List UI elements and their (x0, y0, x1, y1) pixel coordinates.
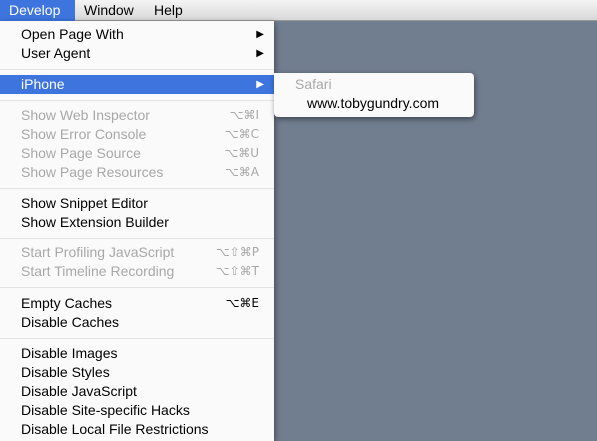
develop-menu: Open Page With ▶ User Agent ▶ iPhone ▶ S… (0, 21, 274, 441)
menu-item-shortcut: ⌥⌘C (224, 127, 259, 141)
menu-item-show-error-console[interactable]: Show Error Console ⌥⌘C (0, 125, 274, 144)
menu-separator (0, 338, 274, 339)
menu-item-show-extension-builder[interactable]: Show Extension Builder (0, 213, 274, 232)
menu-item-label: Show Page Source (21, 145, 141, 161)
menu-item-shortcut: ⌥⇧⌘P (215, 245, 259, 259)
menubar-item-help[interactable]: Help (145, 0, 195, 21)
menu-item-shortcut: ⌥⌘U (224, 146, 259, 160)
menu-item-label: Start Profiling JavaScript (21, 244, 175, 260)
menubar-item-window[interactable]: Window (75, 0, 145, 21)
menu-item-shortcut: ⌥⌘I (229, 108, 259, 122)
menu-item-label: Empty Caches (21, 295, 113, 311)
menu-item-label: Show Web Inspector (21, 107, 150, 123)
menu-item-disable-local-file-restrictions[interactable]: Disable Local File Restrictions (0, 420, 274, 439)
menu-bar: Develop Window Help (0, 0, 597, 21)
submenu-arrow-icon: ▶ (256, 29, 264, 40)
menu-item-label: Show Error Console (21, 126, 147, 142)
menu-item-label: Show Extension Builder (21, 214, 169, 230)
menu-item-label: Show Page Resources (21, 164, 164, 180)
menu-item-label: Disable Caches (21, 314, 120, 330)
menu-item-shortcut: ⌥⌘E (225, 296, 259, 310)
menu-item-disable-site-specific-hacks[interactable]: Disable Site-specific Hacks (0, 401, 274, 420)
menu-separator (0, 69, 274, 70)
menu-separator (0, 100, 274, 101)
menu-item-show-page-source[interactable]: Show Page Source ⌥⌘U (0, 144, 274, 163)
menu-item-show-snippet-editor[interactable]: Show Snippet Editor (0, 194, 274, 213)
menu-item-label: Disable Site-specific Hacks (21, 402, 190, 418)
menu-item-label: Open Page With (21, 26, 124, 42)
menu-item-label: iPhone (21, 76, 65, 92)
menu-item-shortcut: ⌥⇧⌘T (215, 264, 259, 278)
menu-separator (0, 287, 274, 288)
submenu-header-safari: Safari (295, 76, 332, 92)
iphone-submenu: Safari www.tobygundry.com (274, 73, 474, 117)
menu-item-label: Disable Local File Restrictions (21, 421, 209, 437)
menu-separator (0, 188, 274, 189)
menu-item-label: Disable Styles (21, 364, 110, 380)
menubar-item-develop[interactable]: Develop (0, 0, 75, 21)
submenu-arrow-icon: ▶ (256, 48, 264, 59)
menu-item-label: Start Timeline Recording (21, 263, 175, 279)
menu-item-iphone[interactable]: iPhone ▶ (0, 75, 274, 94)
menu-item-start-profiling-javascript[interactable]: Start Profiling JavaScript ⌥⇧⌘P (0, 243, 274, 262)
menu-item-disable-images[interactable]: Disable Images (0, 344, 274, 363)
menu-item-label: User Agent (21, 45, 91, 61)
menu-item-shortcut: ⌥⌘A (224, 165, 259, 179)
menu-separator (0, 238, 274, 239)
menu-item-open-page-with[interactable]: Open Page With ▶ (0, 25, 274, 44)
menu-item-show-web-inspector[interactable]: Show Web Inspector ⌥⌘I (0, 106, 274, 125)
menu-item-disable-styles[interactable]: Disable Styles (0, 363, 274, 382)
menu-item-user-agent[interactable]: User Agent ▶ (0, 44, 274, 63)
menu-item-disable-javascript[interactable]: Disable JavaScript (0, 382, 274, 401)
submenu-item-site[interactable]: www.tobygundry.com (307, 94, 439, 113)
submenu-arrow-icon: ▶ (256, 79, 264, 90)
menu-item-label: Disable Images (21, 345, 118, 361)
menu-item-label: Disable JavaScript (21, 383, 137, 399)
menu-item-start-timeline-recording[interactable]: Start Timeline Recording ⌥⇧⌘T (0, 262, 274, 281)
menu-item-disable-caches[interactable]: Disable Caches (0, 313, 274, 332)
menu-item-show-page-resources[interactable]: Show Page Resources ⌥⌘A (0, 163, 274, 182)
menu-item-empty-caches[interactable]: Empty Caches ⌥⌘E (0, 294, 274, 313)
menu-item-label: Show Snippet Editor (21, 195, 148, 211)
